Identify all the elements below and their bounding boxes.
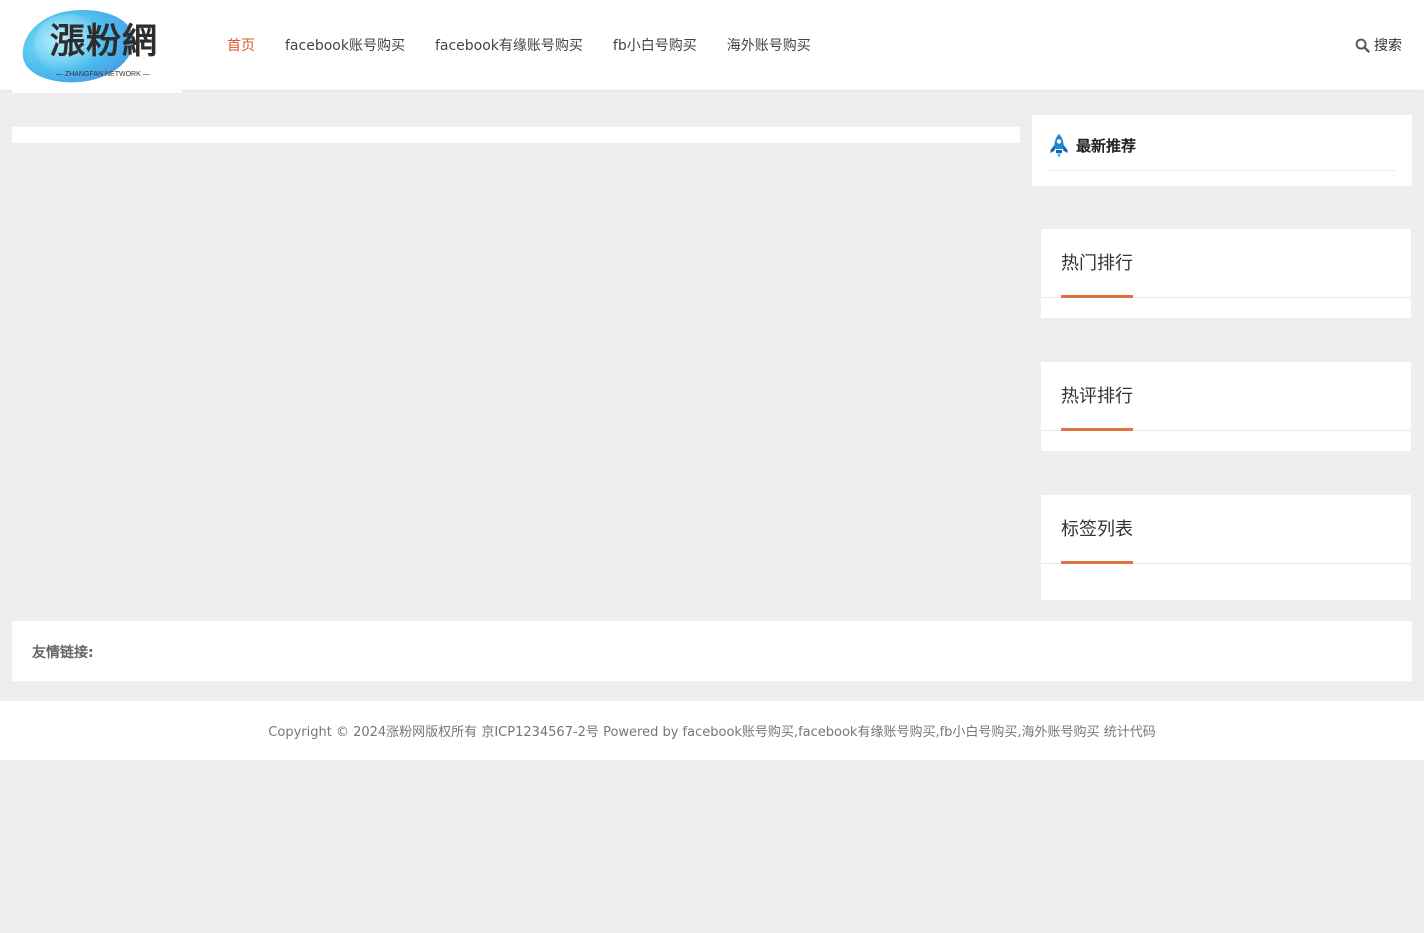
nav-item-facebook-accounts[interactable]: facebook账号购买 bbox=[270, 35, 420, 55]
latest-recommend-header: 最新推荐 bbox=[1048, 133, 1396, 171]
search-icon bbox=[1355, 38, 1370, 53]
nav-item-home[interactable]: 首页 bbox=[212, 35, 270, 55]
nav-item-facebook-aged-accounts[interactable]: facebook有缘账号购买 bbox=[420, 35, 598, 55]
nav-item-fb-new-accounts[interactable]: fb小白号购买 bbox=[598, 35, 712, 55]
powered-by-text[interactable]: Powered by facebook账号购买,facebook有缘账号购买,f… bbox=[603, 725, 1099, 740]
tag-list-title: 标签列表 bbox=[1061, 519, 1133, 540]
title-underline bbox=[1061, 561, 1133, 564]
hot-ranking-widget: 热门排行 bbox=[1041, 229, 1411, 318]
icp-link[interactable]: 京ICP1234567-2号 bbox=[481, 725, 599, 740]
latest-recommend-widget: 最新推荐 bbox=[1032, 115, 1412, 186]
search-label: 搜索 bbox=[1374, 38, 1402, 54]
widget-header: 标签列表 bbox=[1041, 495, 1411, 564]
hot-comments-widget: 热评排行 bbox=[1041, 362, 1411, 451]
friend-links-section: 友情链接: bbox=[12, 621, 1412, 681]
site-header: 漲粉網 — ZHANGFAN NETWORK — 首页 facebook账号购买… bbox=[0, 0, 1424, 93]
logo-subtitle: — ZHANGFAN NETWORK — bbox=[56, 71, 150, 78]
title-underline bbox=[1061, 428, 1133, 431]
copyright-text: Copyright © 2024涨粉网版权所有 bbox=[268, 725, 478, 740]
logo-text: 漲粉網 bbox=[50, 22, 159, 62]
site-footer: Copyright © 2024涨粉网版权所有 京ICP1234567-2号 P… bbox=[0, 701, 1424, 760]
hot-ranking-title: 热门排行 bbox=[1061, 253, 1133, 274]
rocket-icon bbox=[1048, 133, 1070, 163]
latest-recommend-title: 最新推荐 bbox=[1076, 137, 1137, 155]
widget-header: 热门排行 bbox=[1041, 229, 1411, 298]
main-content-area bbox=[12, 127, 1020, 143]
hot-comments-title: 热评排行 bbox=[1061, 386, 1133, 407]
footer-text: Copyright © 2024涨粉网版权所有 京ICP1234567-2号 P… bbox=[0, 721, 1424, 740]
stats-code-link[interactable]: 统计代码 bbox=[1104, 725, 1156, 740]
tag-list-widget: 标签列表 bbox=[1041, 495, 1411, 600]
title-underline bbox=[1061, 295, 1133, 298]
site-logo[interactable]: 漲粉網 — ZHANGFAN NETWORK — bbox=[12, 0, 182, 93]
nav-item-overseas-accounts[interactable]: 海外账号购买 bbox=[712, 35, 826, 55]
widget-header: 热评排行 bbox=[1041, 362, 1411, 431]
search-button[interactable]: 搜索 bbox=[1355, 35, 1402, 55]
friend-links-label: 友情链接: bbox=[32, 645, 94, 661]
main-nav: 首页 facebook账号购买 facebook有缘账号购买 fb小白号购买 海… bbox=[212, 0, 826, 90]
